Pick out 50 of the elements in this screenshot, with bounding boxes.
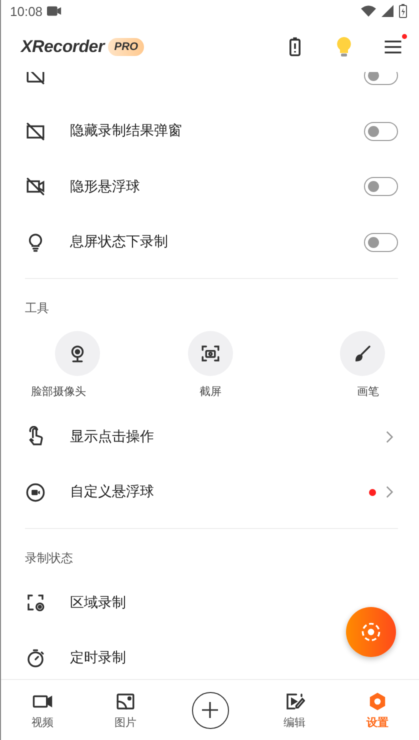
nav-tab[interactable]: 视频: [26, 688, 60, 732]
timer-icon: [25, 648, 46, 669]
app-logo: XRecorder: [21, 37, 104, 57]
tool-button[interactable]: [55, 331, 100, 376]
chevron-icon: [385, 430, 394, 444]
add-button[interactable]: [192, 692, 228, 728]
edit-icon: [284, 690, 305, 712]
row-label: 显示点击操作: [70, 428, 155, 446]
image-icon: [115, 690, 136, 712]
settings-row[interactable]: 显示点击操作: [25, 409, 398, 464]
toggle-switch[interactable]: [364, 232, 398, 252]
nav-tab[interactable]: 图片: [108, 688, 142, 732]
row-label: 定时录制: [70, 649, 127, 668]
record-circle-icon: [25, 482, 46, 503]
settings-row[interactable]: 息屏状态下录制: [25, 214, 398, 270]
chevron-icon: [385, 485, 394, 500]
tool-label: 截屏: [200, 384, 222, 399]
region-icon: [25, 592, 46, 614]
row-label: 自定义悬浮球: [70, 483, 155, 502]
crossed-window-icon: [25, 120, 46, 142]
toggle-switch[interactable]: [364, 122, 398, 141]
settings-row[interactable]: 自定义悬浮球: [25, 464, 398, 520]
settings-row[interactable]: 区域录制: [25, 575, 398, 630]
tool-label: 脸部摄像头: [31, 384, 86, 399]
pro-badge[interactable]: PRO: [108, 38, 144, 56]
toggle-switch[interactable]: [364, 72, 398, 86]
toggle-switch[interactable]: [364, 177, 398, 196]
row-label: 隐藏录制结果弹窗: [70, 122, 183, 140]
crossed-camera-icon: [25, 176, 46, 198]
screenshot-icon: [200, 343, 221, 364]
record-button[interactable]: [346, 607, 396, 657]
tool-label: 画笔: [357, 384, 379, 399]
settings-row[interactable]: 隐形悬浮球: [25, 159, 398, 214]
tool-button[interactable]: [340, 331, 385, 376]
row-label: 区域录制: [70, 594, 127, 612]
signal-icon: [380, 5, 395, 17]
record-icon: [360, 621, 382, 643]
section-title: 工具: [25, 300, 50, 317]
row-label: 息屏状态下录制: [70, 233, 169, 252]
status-time: 10:08: [10, 4, 43, 18]
settings-row[interactable]: 定时录制: [25, 630, 398, 679]
row-label: 隐形悬浮球: [70, 178, 141, 196]
video-recording-icon: [46, 5, 62, 17]
tool-button[interactable]: [188, 331, 233, 376]
section-title: 录制状态: [25, 550, 74, 567]
battery-icon: [399, 4, 407, 18]
nav-tab[interactable]: 编辑: [278, 688, 312, 732]
settings-row[interactable]: 隐藏录制结果弹窗: [25, 104, 398, 159]
settings-icon: [367, 690, 388, 712]
wifi-icon: [361, 5, 376, 17]
